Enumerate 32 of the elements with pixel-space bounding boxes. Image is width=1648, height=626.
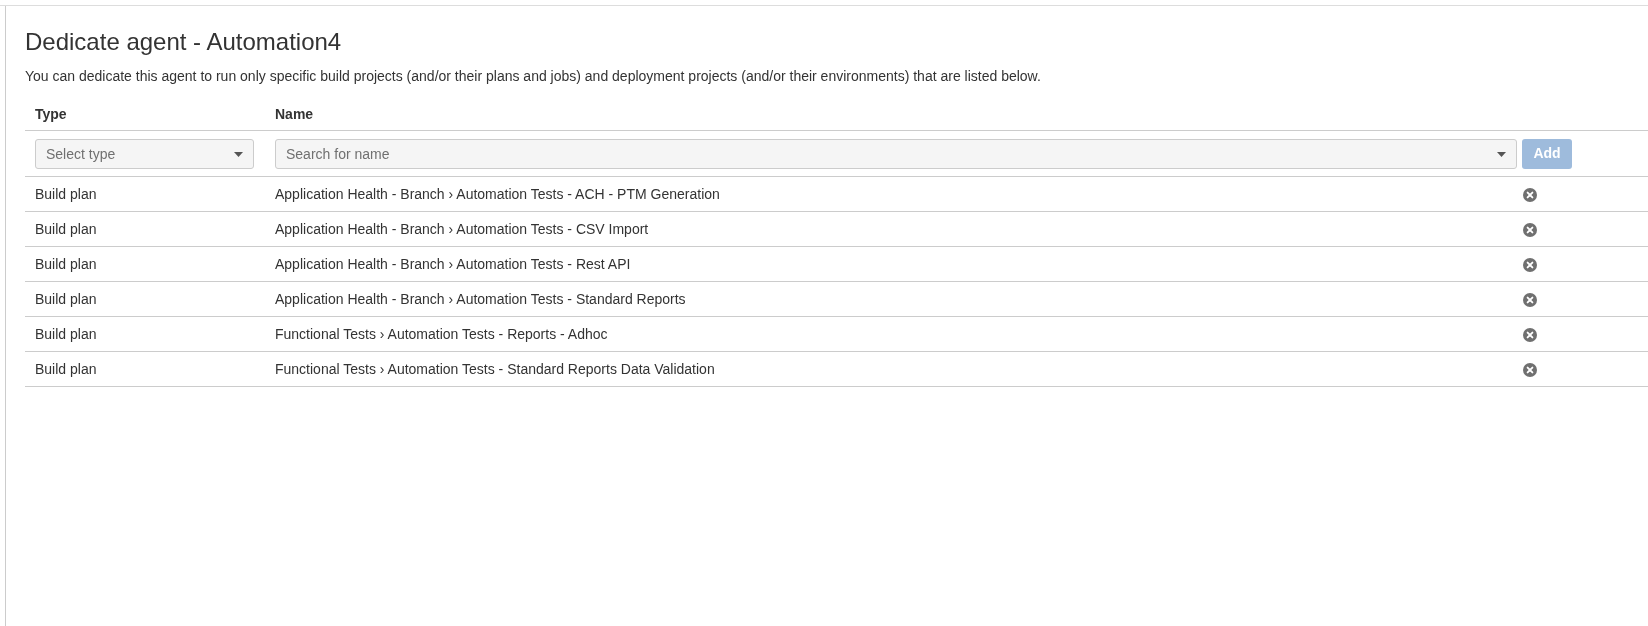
close-circle-icon <box>1523 222 1537 237</box>
column-header: Name <box>275 105 314 122</box>
type-select[interactable]: Select type <box>35 138 254 169</box>
name-cell: Functional Tests › Automation Tests - Standard Reports Data Validation <box>275 361 715 377</box>
name-cell: Application Health - Branch › Automation Tests - Standard Reports <box>275 291 686 307</box>
type-cell: Build plan <box>35 186 97 202</box>
caret-icon <box>234 151 243 157</box>
remove-button[interactable] <box>1523 257 1537 272</box>
remove-button[interactable] <box>1523 292 1537 307</box>
type-cell: Build plan <box>35 256 97 272</box>
close-circle-icon <box>1523 327 1537 342</box>
caret-icon <box>1497 151 1506 157</box>
close-circle-icon <box>1523 292 1537 307</box>
name-search-field[interactable]: Search for name <box>275 138 1517 169</box>
type-cell: Build plan <box>35 221 97 237</box>
close-circle-icon <box>1523 257 1537 272</box>
column-header: Type <box>35 105 67 122</box>
close-circle-icon <box>1523 187 1537 202</box>
remove-button[interactable] <box>1523 362 1537 377</box>
name-cell: Functional Tests › Automation Tests - Reports - Adhoc <box>275 326 608 342</box>
page-description: You can dedicate this agent to run only specific build projects (and/or their plans and jobs) and deployment projects (and/or their environments) that are listed below. <box>25 67 1041 86</box>
close-circle-icon <box>1523 362 1537 377</box>
type-cell: Build plan <box>35 326 97 342</box>
name-cell: Application Health - Branch › Automation Tests - CSV Import <box>275 221 649 237</box>
remove-button[interactable] <box>1523 187 1537 202</box>
page-title: Dedicate agent - Automation4 <box>25 28 342 56</box>
type-cell: Build plan <box>35 291 97 307</box>
remove-button[interactable] <box>1523 222 1537 237</box>
name-cell: Application Health - Branch › Automation Tests - ACH - PTM Generation <box>275 186 720 202</box>
name-cell: Application Health - Branch › Automation Tests - Rest API <box>275 256 631 272</box>
type-cell: Build plan <box>35 361 97 377</box>
remove-button[interactable] <box>1523 327 1537 342</box>
